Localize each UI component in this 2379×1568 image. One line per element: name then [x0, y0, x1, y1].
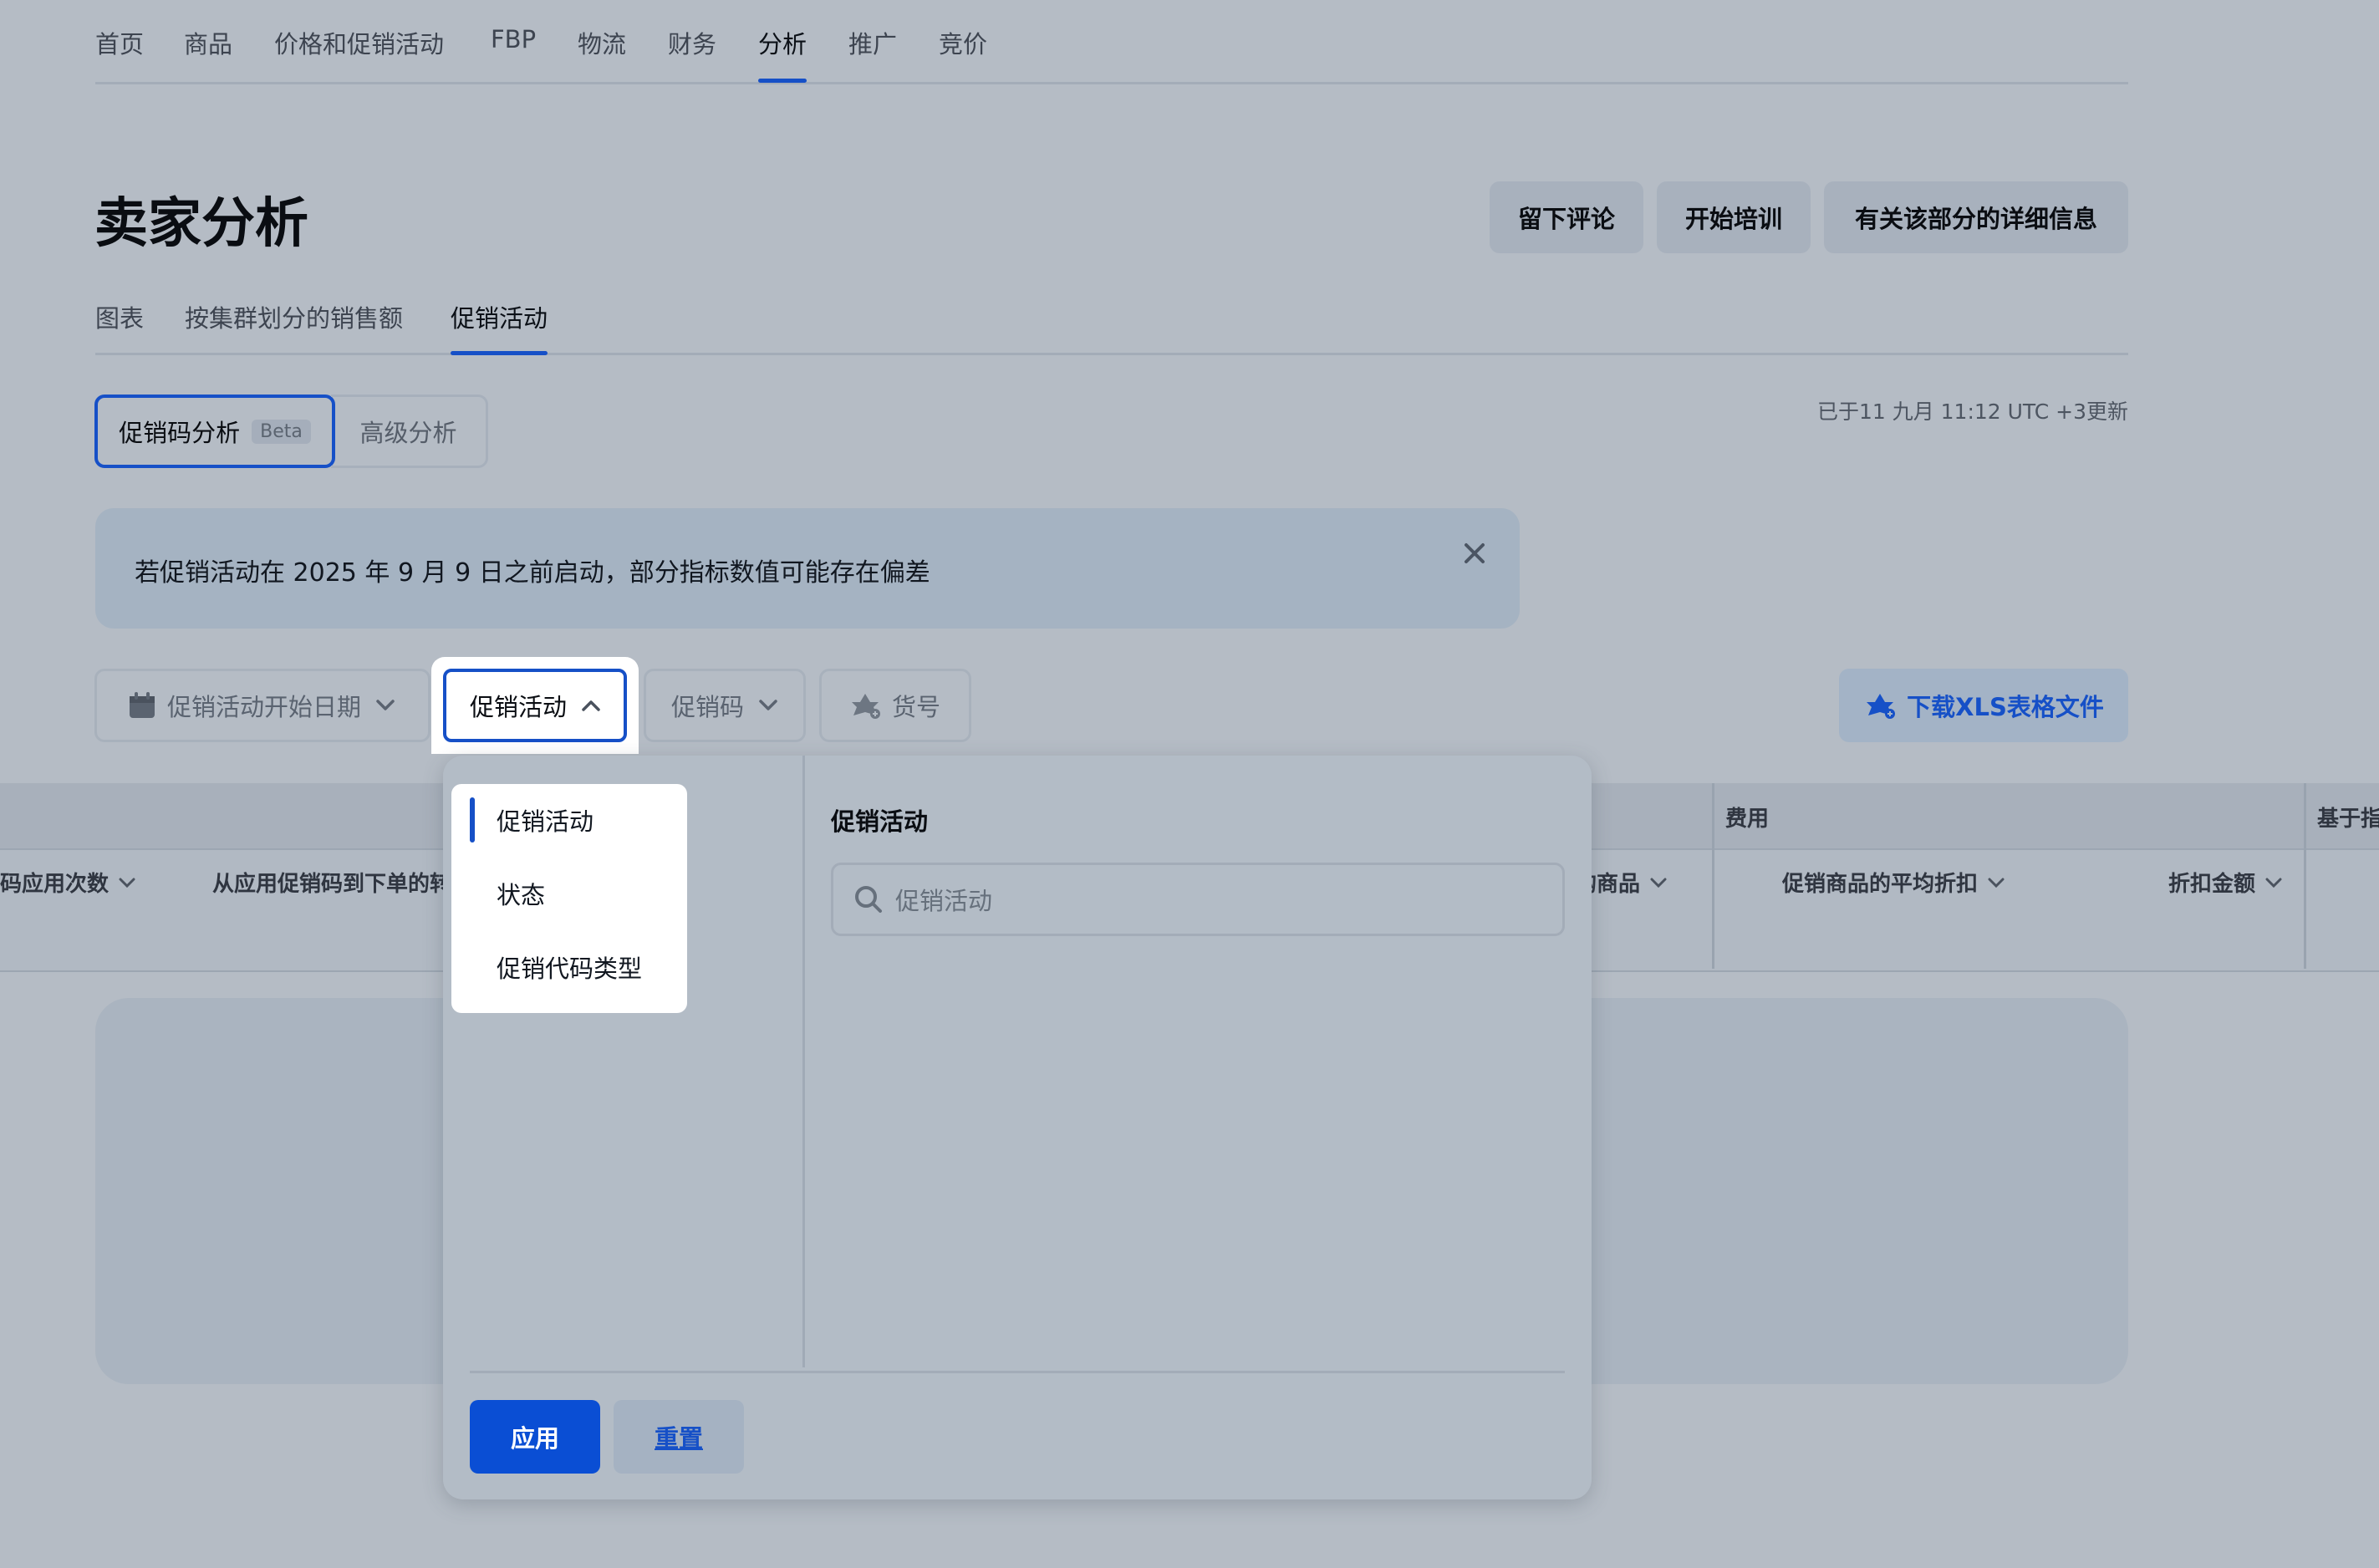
- nav-tab-logistics[interactable]: 物流: [578, 25, 626, 60]
- chevron-down-icon: [119, 878, 135, 888]
- menu-item-status[interactable]: 状态: [497, 876, 545, 911]
- column-header-label: 折扣金额: [2168, 872, 2256, 897]
- table-divider: [1712, 783, 1714, 969]
- segment-advanced-analysis[interactable]: 高级分析: [331, 395, 488, 468]
- sku-icon: [848, 690, 882, 720]
- active-indicator: [470, 797, 475, 843]
- menu-item-promotion[interactable]: 促销活动: [497, 802, 593, 837]
- search-icon: [853, 884, 884, 914]
- nav-tab-products[interactable]: 商品: [184, 25, 232, 60]
- notice-banner: 若促销活动在 2025 年 9 月 9 日之前启动，部分指标数值可能存在偏差: [95, 508, 1520, 629]
- promo-code-filter[interactable]: 促销码: [644, 669, 806, 742]
- column-header-label: 促销商品的平均折扣: [1782, 872, 1979, 897]
- beta-badge: Beta: [252, 419, 311, 444]
- column-header-conversion[interactable]: 从应用促销码到下单的转: [212, 867, 451, 898]
- tab-sales-by-cluster[interactable]: 按集群划分的销售额: [185, 299, 403, 334]
- dropdown-divider: [470, 1371, 1565, 1373]
- table-divider: [2304, 783, 2306, 969]
- sku-filter-label: 货号: [892, 693, 941, 721]
- page-title: 卖家分析: [94, 193, 308, 255]
- search-placeholder: 促销活动: [895, 887, 993, 915]
- column-header-average-discount[interactable]: 促销商品的平均折扣: [1782, 867, 2005, 898]
- promo-code-filter-label: 促销码: [671, 693, 745, 721]
- leave-review-button[interactable]: 留下评论: [1490, 181, 1643, 253]
- group-header-costs: 费用: [1725, 807, 1770, 832]
- start-date-filter-label: 促销活动开始日期: [167, 693, 362, 721]
- apply-button[interactable]: 应用: [470, 1400, 600, 1474]
- chevron-down-icon: [759, 700, 777, 711]
- chevron-down-icon: [1988, 878, 2005, 888]
- segment-promo-code-label: 促销码分析: [119, 419, 241, 447]
- start-date-filter[interactable]: 促销活动开始日期: [94, 669, 430, 742]
- top-nav: 首页 商品 价格和促销活动 FBP 物流 财务 分析 推广 竞价: [95, 0, 2128, 84]
- segment-promo-code-analysis[interactable]: 促销码分析 Beta: [94, 395, 335, 468]
- sku-filter[interactable]: 货号: [819, 669, 971, 742]
- nav-tab-prices-promotions[interactable]: 价格和促销活动: [274, 25, 444, 60]
- download-icon: [1863, 690, 1897, 720]
- notice-text: 若促销活动在 2025 年 9 月 9 日之前启动，部分指标数值可能存在偏差: [135, 558, 930, 588]
- updated-timestamp: 已于11 九月 11:12 UTC +3更新: [1816, 400, 2128, 424]
- nav-tab-analytics[interactable]: 分析: [758, 25, 807, 83]
- tab-charts[interactable]: 图表: [95, 299, 144, 334]
- sub-tabs: 图表 按集群划分的销售额 促销活动: [95, 284, 2128, 355]
- chevron-down-icon: [376, 700, 395, 711]
- chevron-down-icon: [1650, 878, 1667, 888]
- chevron-up-icon: [582, 700, 600, 711]
- promotion-filter[interactable]: 促销活动: [431, 657, 639, 754]
- dropdown-section-title: 促销活动: [831, 807, 929, 836]
- group-header-based-on: 基于指: [2317, 807, 2379, 832]
- nav-tab-promotion[interactable]: 推广: [848, 25, 897, 60]
- download-xls-label: 下载XLS表格文件: [1907, 693, 2104, 721]
- nav-tab-finance[interactable]: 财务: [668, 25, 716, 60]
- column-header-label: 从应用促销码到下单的转: [212, 872, 452, 897]
- section-details-button[interactable]: 有关该部分的详细信息: [1824, 181, 2128, 253]
- chevron-down-icon: [2265, 878, 2282, 888]
- promotion-filter-dropdown: 促销活动 状态 促销代码类型 促销活动 促销活动 应用 重置: [443, 756, 1592, 1499]
- promotion-filter-label: 促销活动: [470, 693, 568, 721]
- start-training-button[interactable]: 开始培训: [1657, 181, 1811, 253]
- column-header-discount-amount[interactable]: 折扣金额: [2168, 867, 2282, 898]
- reset-button[interactable]: 重置: [614, 1400, 744, 1474]
- nav-tab-bidding[interactable]: 竞价: [939, 25, 987, 60]
- nav-tab-home[interactable]: 首页: [95, 25, 144, 60]
- close-icon[interactable]: [1458, 537, 1491, 570]
- column-header-label: 码应用次数: [0, 872, 110, 897]
- tab-promotions[interactable]: 促销活动: [451, 299, 548, 355]
- column-header-code-applications[interactable]: 码应用次数: [0, 867, 135, 898]
- promotion-search-input[interactable]: 促销活动: [831, 863, 1565, 936]
- download-xls-button[interactable]: 下载XLS表格文件: [1839, 669, 2128, 742]
- menu-item-promo-code-type[interactable]: 促销代码类型: [497, 949, 642, 985]
- nav-tab-fbp[interactable]: FBP: [491, 25, 536, 53]
- dropdown-category-menu: 促销活动 状态 促销代码类型: [451, 784, 687, 1013]
- calendar-icon: [127, 690, 157, 720]
